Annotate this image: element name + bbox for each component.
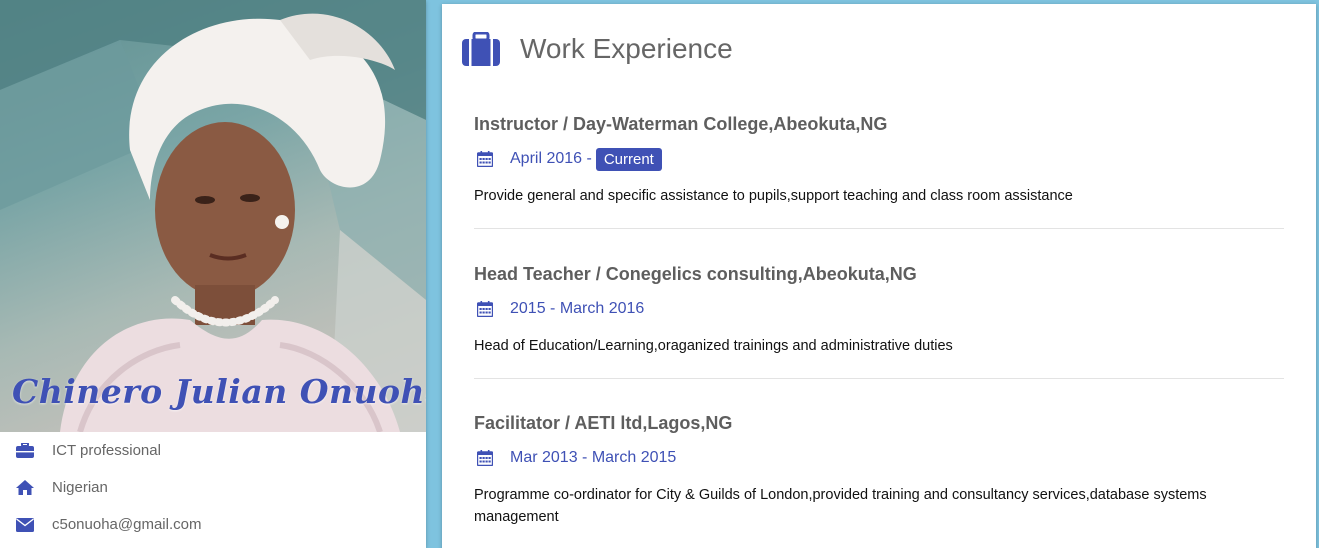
info-item-email[interactable]: c5onuoha@gmail.com xyxy=(0,506,426,543)
profile-photo-illustration xyxy=(0,0,426,432)
info-item-profession: ICT professional xyxy=(0,432,426,469)
job-description: Provide general and specific assistance … xyxy=(474,188,1073,204)
job-description: Head of Education/Learning,oraganized tr… xyxy=(474,338,953,354)
job-date-text: Mar 2013 - March 2015 xyxy=(510,449,677,466)
calendar-icon xyxy=(476,151,494,167)
job-title: Facilitator / AETI ltd,Lagos,NG xyxy=(474,413,733,433)
section-header: Work Experience xyxy=(462,32,733,66)
job-date-text: 2015 - March 2016 xyxy=(510,300,645,317)
info-text-nationality: Nigerian xyxy=(52,479,108,496)
divider xyxy=(474,228,1284,229)
job-date: Mar 2013 - March 2015 xyxy=(474,446,1284,470)
profile-name: Chinero Julian Onuoha xyxy=(12,372,426,411)
resume-page: Chinero Julian Onuoha ICT professional N… xyxy=(0,0,1319,548)
job-date-text: April 2016 - xyxy=(510,150,592,167)
home-icon xyxy=(15,479,35,497)
envelope-icon xyxy=(15,516,35,534)
calendar-icon xyxy=(476,450,494,466)
info-text-profession: ICT professional xyxy=(52,442,161,459)
job-entry: Instructor / Day-Waterman College,Abeoku… xyxy=(474,112,1284,207)
job-description: Programme co-ordinator for City & Guilds… xyxy=(474,487,1207,525)
job-title: Instructor / Day-Waterman College,Abeoku… xyxy=(474,114,888,134)
briefcase-icon xyxy=(15,442,35,460)
job-date: April 2016 - Current xyxy=(474,147,1284,171)
job-entry: Head Teacher / Conegelics consulting,Abe… xyxy=(474,262,1284,357)
current-badge: Current xyxy=(595,147,662,171)
profile-photo: Chinero Julian Onuoha xyxy=(0,0,426,432)
section-title: Work Experience xyxy=(520,33,733,64)
job-date: 2015 - March 2016 xyxy=(474,297,1284,321)
calendar-icon xyxy=(476,301,494,317)
info-text-email[interactable]: c5onuoha@gmail.com xyxy=(52,516,201,533)
profile-info-list: ICT professional Nigerian c5onuoha@gmail… xyxy=(0,432,426,543)
divider xyxy=(474,378,1284,379)
job-title: Head Teacher / Conegelics consulting,Abe… xyxy=(474,264,917,284)
profile-card: Chinero Julian Onuoha ICT professional N… xyxy=(0,0,426,548)
work-experience-card: Work Experience Instructor / Day-Waterma… xyxy=(442,4,1316,548)
briefcase-icon xyxy=(462,32,500,66)
job-entry: Facilitator / AETI ltd,Lagos,NG Mar 2013… xyxy=(474,411,1284,528)
info-item-nationality: Nigerian xyxy=(0,469,426,506)
